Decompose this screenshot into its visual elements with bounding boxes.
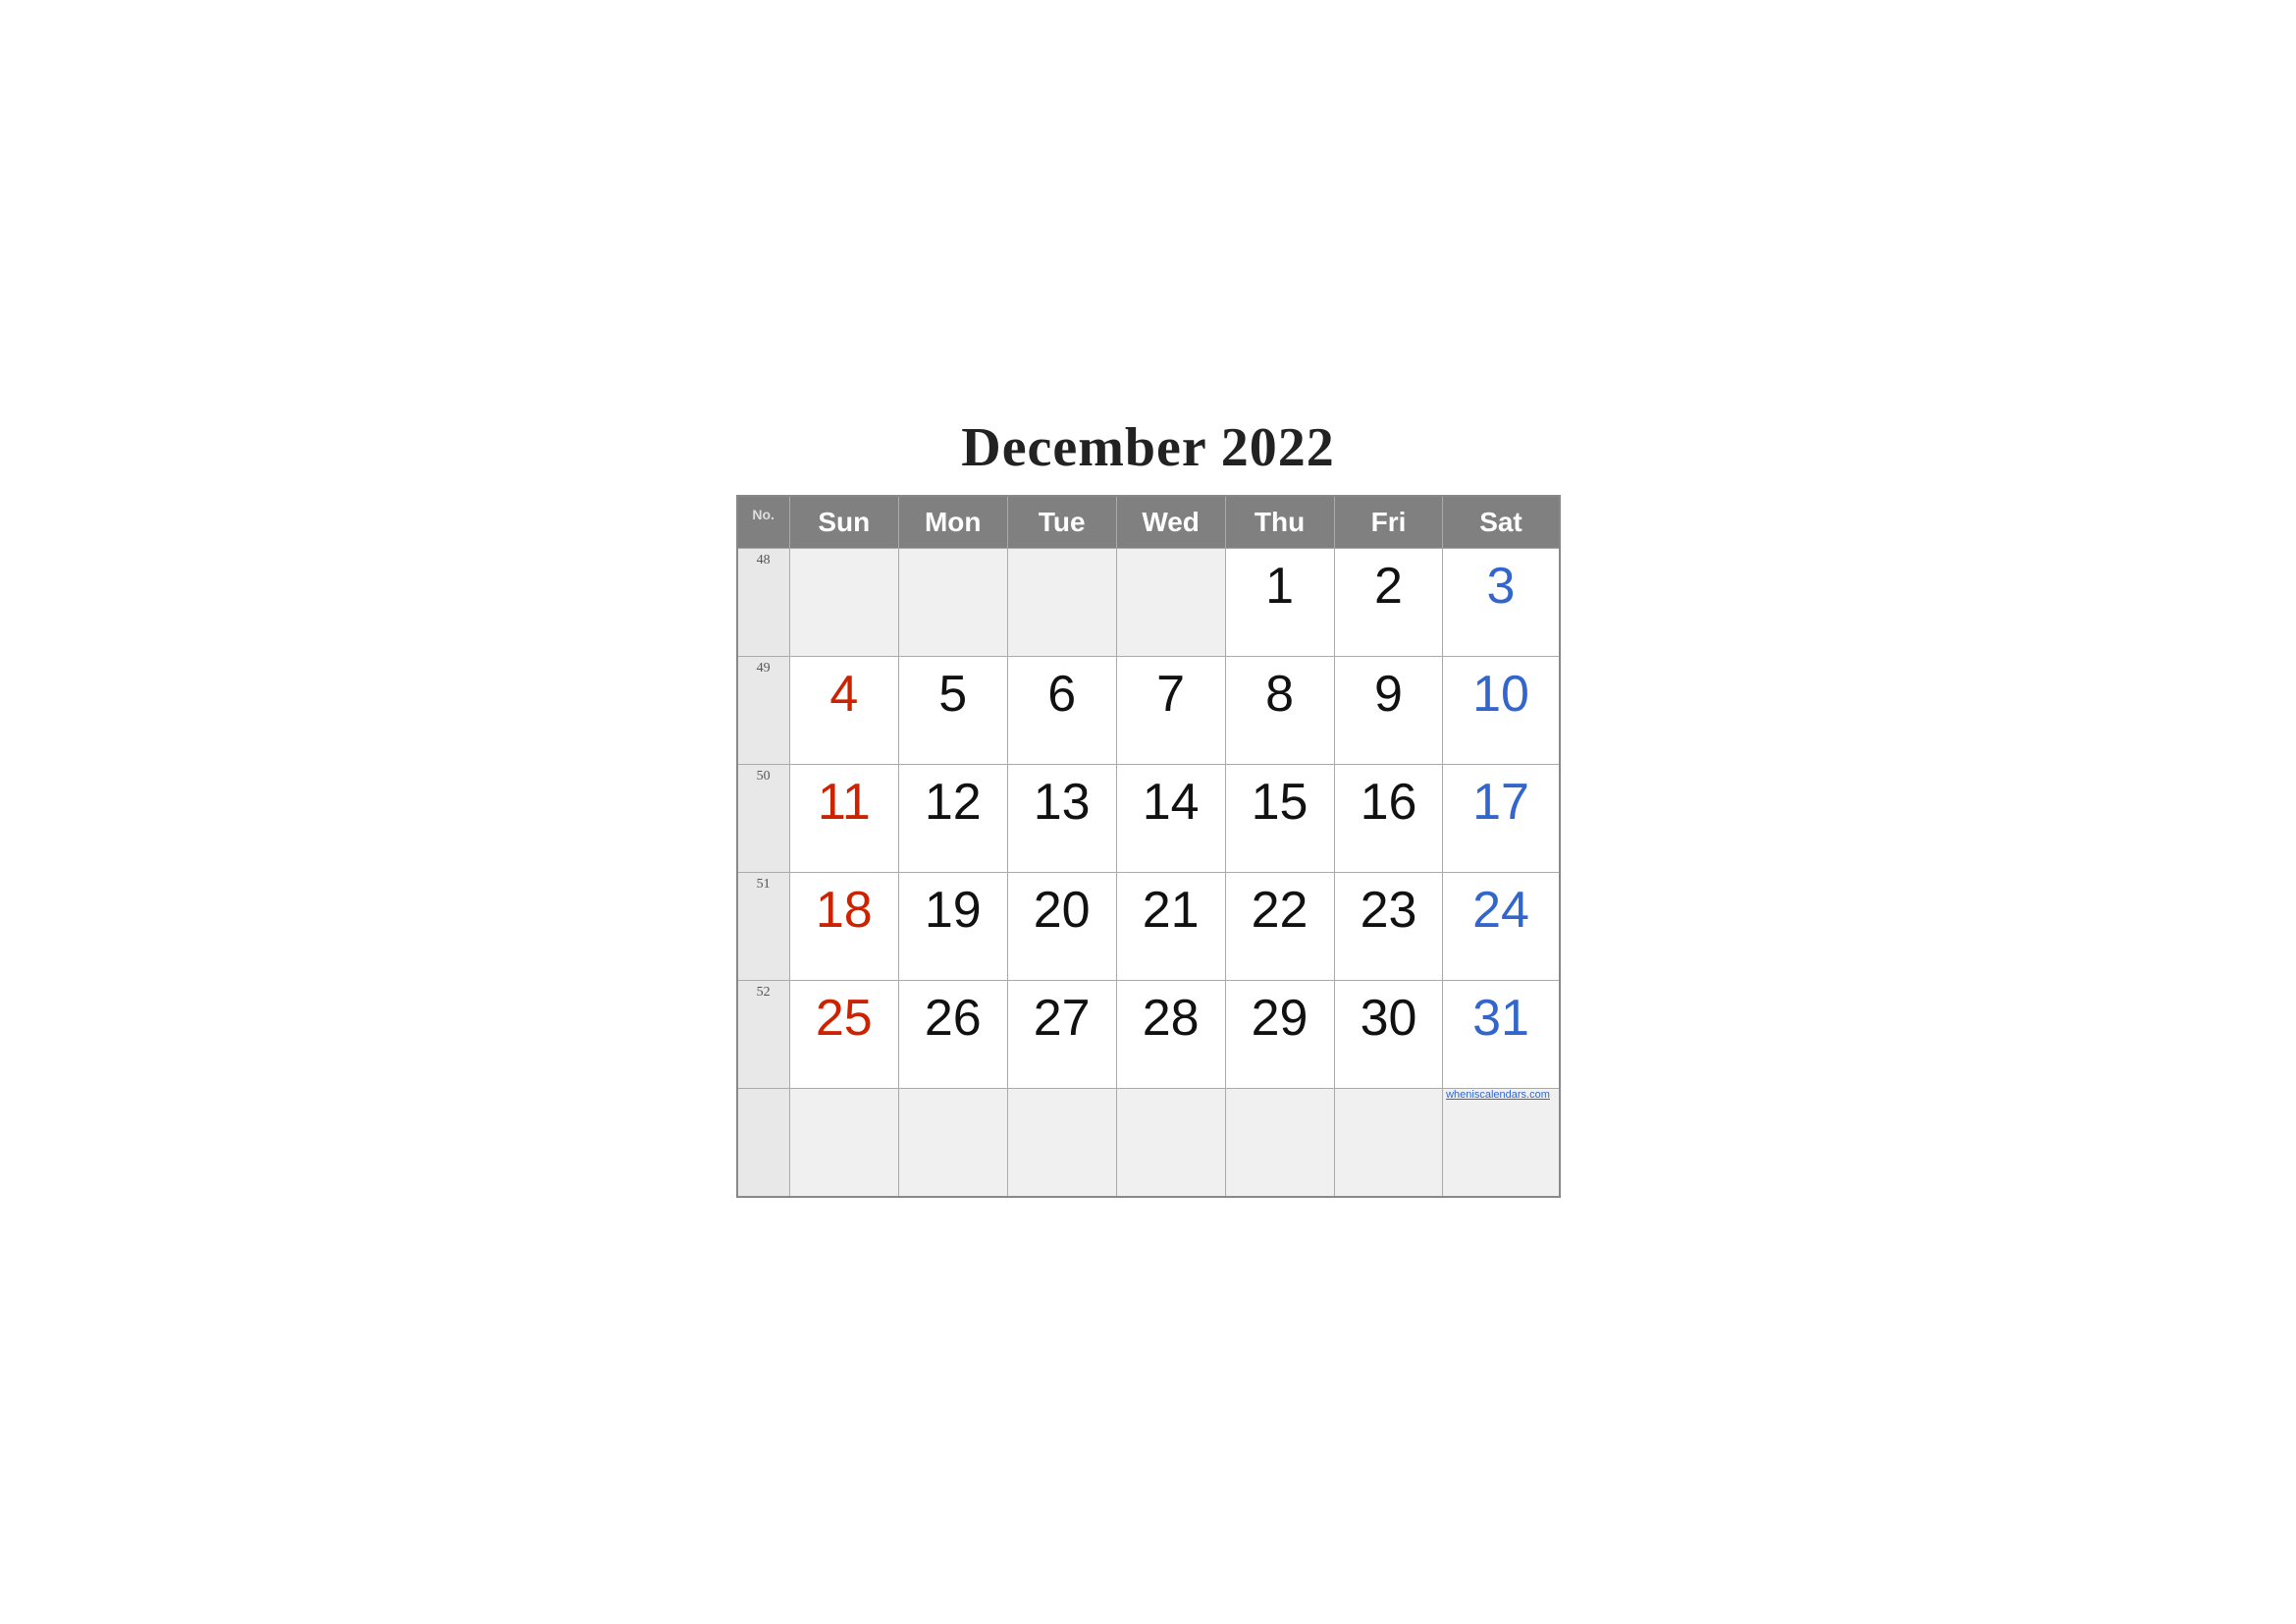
day-cell <box>1334 1089 1443 1197</box>
day-cell <box>1116 549 1225 657</box>
day-cell: 19 <box>898 873 1007 981</box>
week-number: 48 <box>737 549 790 657</box>
day-cell: 20 <box>1007 873 1116 981</box>
day-cell: 4 <box>789 657 898 765</box>
day-cell: 9 <box>1334 657 1443 765</box>
calendar-row: 5011121314151617 <box>737 765 1560 873</box>
header-wed: Wed <box>1116 496 1225 549</box>
day-cell: 30 <box>1334 981 1443 1089</box>
week-number: 51 <box>737 873 790 981</box>
calendar-row: 5225262728293031 <box>737 981 1560 1089</box>
day-cell: 12 <box>898 765 1007 873</box>
day-cell <box>898 1089 1007 1197</box>
day-cell: 29 <box>1225 981 1334 1089</box>
day-cell: 2 <box>1334 549 1443 657</box>
week-number: 52 <box>737 981 790 1089</box>
week-number: 49 <box>737 657 790 765</box>
day-cell: 17 <box>1443 765 1560 873</box>
header-tue: Tue <box>1007 496 1116 549</box>
day-cell: 7 <box>1116 657 1225 765</box>
day-cell: 13 <box>1007 765 1116 873</box>
day-cell <box>1116 1089 1225 1197</box>
week-number: 50 <box>737 765 790 873</box>
header-fri: Fri <box>1334 496 1443 549</box>
day-cell: 14 <box>1116 765 1225 873</box>
day-cell: 23 <box>1334 873 1443 981</box>
day-cell: 5 <box>898 657 1007 765</box>
calendar-row: wheniscalendars.com <box>737 1089 1560 1197</box>
header-row: No. Sun Mon Tue Wed Thu Fri Sat <box>737 496 1560 549</box>
header-thu: Thu <box>1225 496 1334 549</box>
day-cell <box>1007 1089 1116 1197</box>
watermark: wheniscalendars.com <box>1443 1089 1560 1197</box>
header-sat: Sat <box>1443 496 1560 549</box>
day-cell <box>1225 1089 1334 1197</box>
day-cell: 31 <box>1443 981 1560 1089</box>
day-cell: 10 <box>1443 657 1560 765</box>
day-cell: 8 <box>1225 657 1334 765</box>
day-cell <box>789 549 898 657</box>
day-cell: 18 <box>789 873 898 981</box>
day-cell: 28 <box>1116 981 1225 1089</box>
calendar-table: No. Sun Mon Tue Wed Thu Fri Sat 48123494… <box>736 495 1561 1198</box>
header-mon: Mon <box>898 496 1007 549</box>
day-cell: 21 <box>1116 873 1225 981</box>
day-cell: 22 <box>1225 873 1334 981</box>
day-cell: 15 <box>1225 765 1334 873</box>
day-cell: 24 <box>1443 873 1560 981</box>
calendar-row: 4945678910 <box>737 657 1560 765</box>
day-cell: 11 <box>789 765 898 873</box>
day-cell: 6 <box>1007 657 1116 765</box>
day-cell <box>789 1089 898 1197</box>
header-no: No. <box>737 496 790 549</box>
header-sun: Sun <box>789 496 898 549</box>
week-number <box>737 1089 790 1197</box>
day-cell <box>1007 549 1116 657</box>
day-cell: 25 <box>789 981 898 1089</box>
day-cell: 27 <box>1007 981 1116 1089</box>
day-cell: 26 <box>898 981 1007 1089</box>
day-cell: 1 <box>1225 549 1334 657</box>
calendar-title: December 2022 <box>736 416 1561 479</box>
day-cell: 16 <box>1334 765 1443 873</box>
day-cell <box>898 549 1007 657</box>
calendar-container: December 2022 No. Sun Mon Tue Wed Thu Fr… <box>707 397 1590 1227</box>
day-cell: 3 <box>1443 549 1560 657</box>
calendar-row: 48 123 <box>737 549 1560 657</box>
calendar-row: 5118192021222324 <box>737 873 1560 981</box>
